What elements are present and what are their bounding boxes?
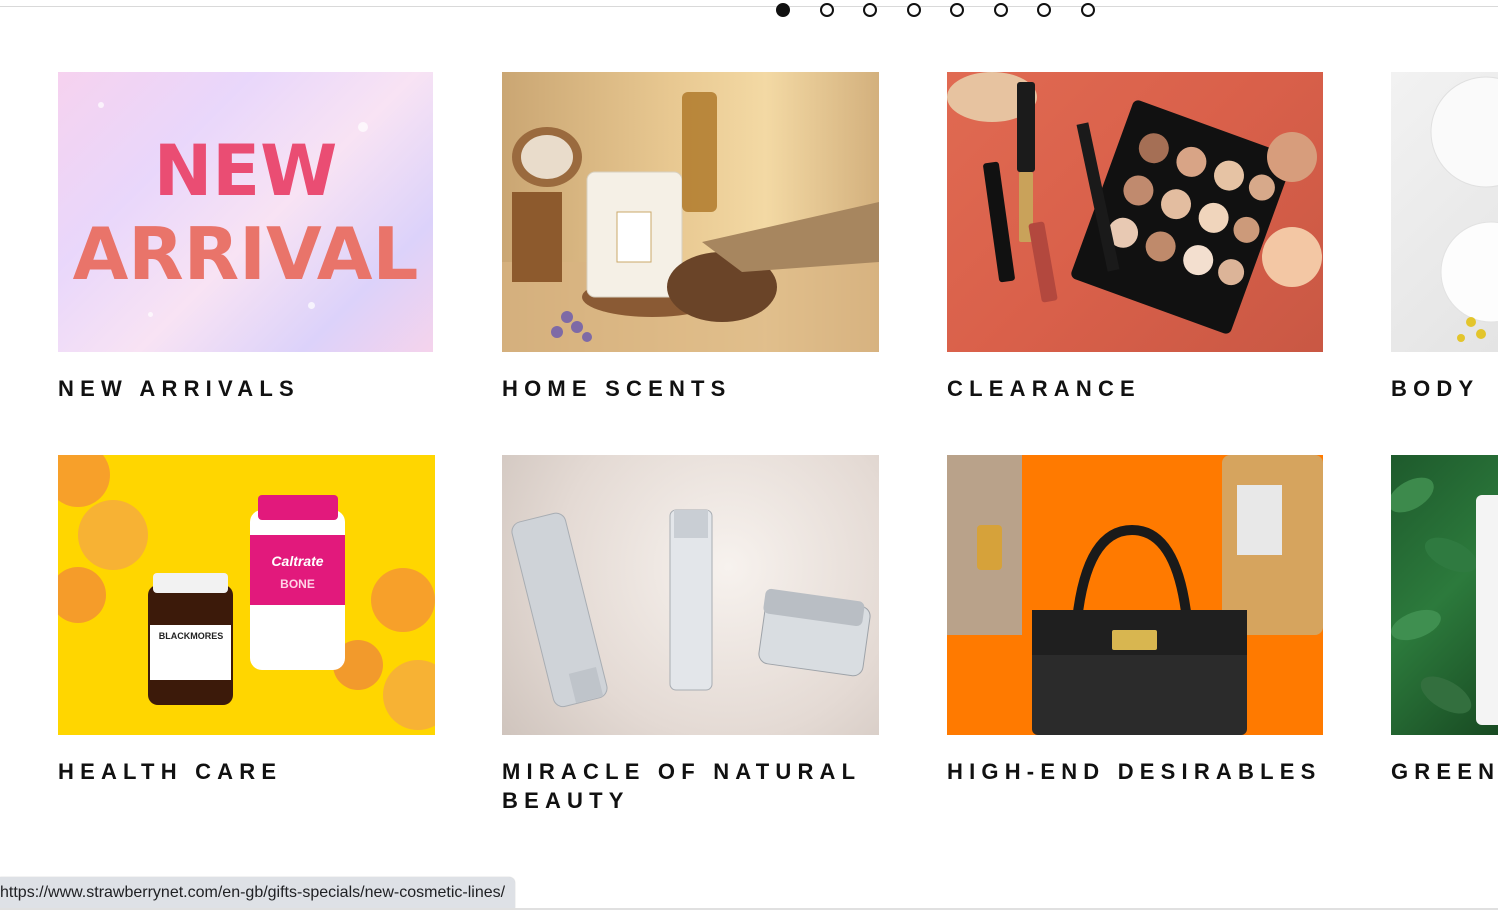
- clearance-image[interactable]: [947, 72, 1323, 352]
- carousel-pagination: [776, 3, 1124, 17]
- status-bar-url: https://www.strawberrynet.com/en-gb/gift…: [0, 877, 516, 908]
- category-label[interactable]: HOME SCENTS: [502, 374, 902, 403]
- green-image[interactable]: [1391, 455, 1498, 735]
- category-label[interactable]: NEW ARRIVALS: [58, 374, 458, 403]
- new-arrival-banner-text-arrival: ARRIVAL: [72, 212, 419, 296]
- carousel-dot-8[interactable]: [1080, 3, 1095, 17]
- carousel-dot-1[interactable]: [776, 3, 790, 17]
- category-tile-new-arrivals[interactable]: NEW ARRIVAL NEW ARRIVALS: [58, 72, 458, 403]
- category-tile-high-end-desirables[interactable]: HIGH-END DESIRABLES: [947, 455, 1347, 786]
- carousel-dot-4[interactable]: [906, 3, 921, 17]
- category-label[interactable]: HEALTH CARE: [58, 757, 458, 786]
- carousel-dot-2[interactable]: [819, 3, 834, 17]
- category-tile-green[interactable]: GREEN: [1391, 455, 1498, 786]
- miracle-of-natural-beauty-image[interactable]: [502, 455, 879, 735]
- category-label[interactable]: MIRACLE OF NATURAL BEAUTY: [502, 757, 902, 815]
- category-tile-health-care[interactable]: BLACKMORES Caltrate BONE HEALTH CARE: [58, 455, 458, 786]
- category-label[interactable]: GREEN: [1391, 757, 1498, 786]
- blackmores-label-text: BLACKMORES: [158, 631, 224, 641]
- category-label[interactable]: HIGH-END DESIRABLES: [947, 757, 1347, 786]
- category-tile-clearance[interactable]: CLEARANCE: [947, 72, 1347, 403]
- carousel-dot-6[interactable]: [993, 3, 1008, 17]
- category-tile-miracle-of-natural-beauty[interactable]: MIRACLE OF NATURAL BEAUTY: [502, 455, 902, 815]
- health-care-image[interactable]: BLACKMORES Caltrate BONE: [58, 455, 435, 735]
- home-scents-image[interactable]: [502, 72, 879, 352]
- category-tile-body[interactable]: BODY: [1391, 72, 1498, 403]
- category-label[interactable]: CLEARANCE: [947, 374, 1347, 403]
- top-divider: [0, 6, 1498, 7]
- category-label[interactable]: BODY: [1391, 374, 1498, 403]
- category-tile-home-scents[interactable]: HOME SCENTS: [502, 72, 902, 403]
- high-end-desirables-image[interactable]: [947, 455, 1323, 735]
- new-arrival-banner-text-new: NEW: [153, 130, 338, 212]
- carousel-dot-7[interactable]: [1037, 3, 1051, 17]
- caltrate-label-text: Caltrate: [271, 553, 324, 569]
- new-arrivals-image[interactable]: NEW ARRIVAL: [58, 72, 433, 352]
- caltrate-bone-text: BONE: [280, 577, 315, 591]
- carousel-dot-3[interactable]: [863, 3, 877, 17]
- carousel-dot-5[interactable]: [950, 3, 964, 17]
- body-image[interactable]: [1391, 72, 1498, 352]
